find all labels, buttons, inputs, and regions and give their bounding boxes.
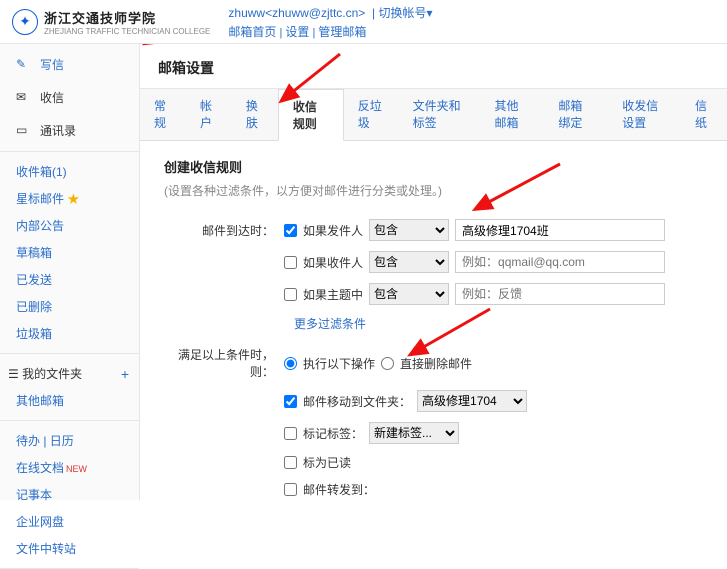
sidebar-folder[interactable]: 内部公告 xyxy=(0,212,139,239)
link-home[interactable]: 邮箱首页 xyxy=(228,25,276,39)
tab-其他邮箱[interactable]: 其他邮箱 xyxy=(480,89,544,140)
tab-信纸[interactable]: 信纸 xyxy=(681,89,727,140)
tab-邮箱绑定[interactable]: 邮箱绑定 xyxy=(544,89,608,140)
sidebar-other[interactable]: 待办 | 日历 xyxy=(0,427,139,454)
link-settings[interactable]: 设置 xyxy=(285,25,309,39)
move-select[interactable]: 高级修理1704 xyxy=(417,390,527,412)
tab-换肤[interactable]: 换肤 xyxy=(232,89,278,140)
subject-checkbox[interactable] xyxy=(284,288,297,301)
sender-chk-label: 如果发件人 xyxy=(303,222,363,239)
logo-subtext: ZHEJIANG TRAFFIC TECHNICIAN COLLEGE xyxy=(44,27,210,36)
sender-checkbox[interactable] xyxy=(284,224,297,237)
form-title: 创建收信规则 xyxy=(164,157,703,176)
logo-icon: ✦ xyxy=(12,9,38,35)
sidebar-other[interactable]: 企业网盘 xyxy=(0,508,139,535)
switch-account-link[interactable]: 切换帐号 xyxy=(378,6,426,20)
sidebar-folder[interactable]: 收件箱(1) xyxy=(0,158,139,185)
move-label: 邮件移动到文件夹： xyxy=(303,393,411,410)
nav-compose[interactable]: ✎ 写信 xyxy=(0,48,139,81)
nav-inbox[interactable]: ✉ 收信 xyxy=(0,81,139,114)
tag-checkbox[interactable] xyxy=(284,427,297,440)
sidebar-other[interactable]: 记事本 xyxy=(0,481,139,508)
tag-label: 标记标签： xyxy=(303,425,363,442)
read-label: 标为已读 xyxy=(303,454,351,471)
exec-label: 执行以下操作 xyxy=(303,355,375,372)
tab-常规[interactable]: 常规 xyxy=(140,89,186,140)
recipient-select[interactable]: 包含 xyxy=(369,251,449,273)
sidebar-folder[interactable]: 草稿箱 xyxy=(0,239,139,266)
compose-icon: ✎ xyxy=(16,57,32,73)
nav-compose-label: 写信 xyxy=(40,56,64,73)
sidebar-folder[interactable]: 星标邮件 ★ xyxy=(0,185,139,212)
sidebar-folder[interactable]: 垃圾箱 xyxy=(0,320,139,347)
sidebar-other[interactable]: 文件中转站 xyxy=(0,535,139,562)
tab-收发信设置[interactable]: 收发信设置 xyxy=(608,89,681,140)
tab-文件夹和标签[interactable]: 文件夹和标签 xyxy=(399,89,481,140)
fwd-checkbox[interactable] xyxy=(284,483,297,496)
action-label: 满足以上条件时，则： xyxy=(164,346,284,380)
contacts-icon: ▭ xyxy=(16,123,32,139)
my-folders-head[interactable]: ☰ 我的文件夹 + xyxy=(0,360,139,387)
sender-select[interactable]: 包含 xyxy=(369,219,449,241)
subject-input[interactable] xyxy=(455,283,665,305)
recipient-input[interactable] xyxy=(455,251,665,273)
exec-radio[interactable] xyxy=(284,357,297,370)
sidebar-folder[interactable]: 已删除 xyxy=(0,293,139,320)
tag-select[interactable]: 新建标签... xyxy=(369,422,459,444)
inbox-icon: ✉ xyxy=(16,90,32,106)
subject-chk-label: 如果主题中 xyxy=(303,286,363,303)
recipient-chk-label: 如果收件人 xyxy=(303,254,363,271)
logo: ✦ 浙江交通技师学院 ZHEJIANG TRAFFIC TECHNICIAN C… xyxy=(12,8,210,36)
logo-text: 浙江交通技师学院 xyxy=(44,8,210,27)
tab-帐户[interactable]: 帐户 xyxy=(186,89,232,140)
sidebar-folder[interactable]: 已发送 xyxy=(0,266,139,293)
my-folders-label: 我的文件夹 xyxy=(22,367,82,381)
recipient-checkbox[interactable] xyxy=(284,256,297,269)
subject-select[interactable]: 包含 xyxy=(369,283,449,305)
plus-icon[interactable]: + xyxy=(121,366,129,382)
tab-收信规则[interactable]: 收信规则 xyxy=(278,89,344,141)
user-email: zhuww<zhuww@zjttc.cn> xyxy=(228,6,365,20)
read-checkbox[interactable] xyxy=(284,456,297,469)
form-hint: (设置各种过滤条件，以方便对邮件进行分类或处理。) xyxy=(164,182,703,199)
more-conditions-link[interactable]: 更多过滤条件 xyxy=(294,315,703,332)
delete-label: 直接删除邮件 xyxy=(400,355,472,372)
fwd-label: 邮件转发到： xyxy=(303,481,375,498)
delete-radio[interactable] xyxy=(381,357,394,370)
dropdown-icon[interactable]: ▾ xyxy=(426,6,432,20)
nav-contacts-label: 通讯录 xyxy=(40,122,76,139)
sidebar-other-mailbox[interactable]: 其他邮箱 xyxy=(0,387,139,414)
sidebar-other[interactable]: 在线文档NEW xyxy=(0,454,139,481)
arrive-label: 邮件到达时： xyxy=(164,222,284,239)
nav-inbox-label: 收信 xyxy=(40,89,64,106)
nav-contacts[interactable]: ▭ 通讯录 xyxy=(0,114,139,147)
sender-input[interactable] xyxy=(455,219,665,241)
move-checkbox[interactable] xyxy=(284,395,297,408)
link-manage[interactable]: 管理邮箱 xyxy=(318,25,366,39)
tab-反垃圾[interactable]: 反垃圾 xyxy=(344,89,399,140)
panel-title: 邮箱设置 xyxy=(140,44,727,89)
